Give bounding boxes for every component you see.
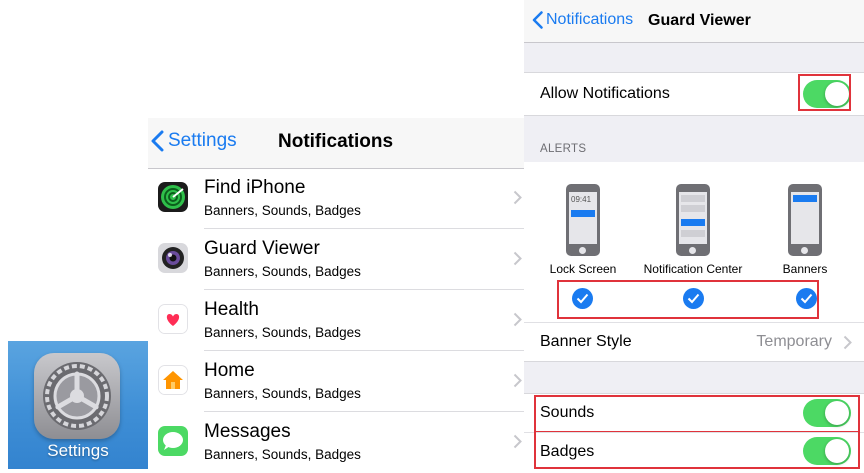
phone-screen: 09:41 <box>569 192 597 244</box>
find-iphone-icon <box>158 182 188 212</box>
home-icon <box>158 365 188 395</box>
guard-viewer-icon <box>158 243 188 273</box>
notifications-list-screen: Settings Notifications Find iPhone Banne… <box>148 118 524 469</box>
home-button <box>579 247 586 254</box>
home-button <box>801 247 808 254</box>
banner-style-label: Banner Style <box>540 333 632 350</box>
back-button[interactable]: Notifications <box>532 11 633 29</box>
banners-preview[interactable] <box>788 184 822 256</box>
page-title: Guard Viewer <box>648 12 751 29</box>
banner-style-value: Temporary <box>756 333 832 350</box>
chevron-left-icon <box>532 11 543 29</box>
chevron-left-icon <box>151 130 164 152</box>
phone-screen <box>679 192 707 244</box>
back-label: Settings <box>168 130 237 151</box>
chevron-right-icon <box>513 373 522 388</box>
list-item-messages[interactable]: Messages Banners, Sounds, Badges <box>148 412 524 473</box>
preview-row <box>681 195 705 202</box>
gear-icon <box>34 353 120 439</box>
chevron-right-icon <box>843 335 852 350</box>
app-name: Home <box>204 360 255 381</box>
settings-app-label: Settings <box>47 441 109 460</box>
preview-row <box>681 205 705 212</box>
app-name: Find iPhone <box>204 177 306 198</box>
lock-screen-label: Lock Screen <box>549 262 617 276</box>
preview-banner <box>793 195 817 202</box>
preview-row <box>681 230 705 237</box>
health-icon <box>158 304 188 334</box>
chevron-right-icon <box>513 434 522 449</box>
lock-screen-preview[interactable]: 09:41 <box>566 184 600 256</box>
list-item-health[interactable]: Health Banners, Sounds, Badges <box>148 290 524 351</box>
app-name: Messages <box>204 421 291 442</box>
notification-center-preview[interactable] <box>676 184 710 256</box>
back-label: Notifications <box>546 11 634 28</box>
app-name: Health <box>204 299 259 320</box>
list-item-home[interactable]: Home Banners, Sounds, Badges <box>148 351 524 412</box>
chevron-right-icon <box>513 251 522 266</box>
highlight-box <box>557 280 819 319</box>
chevron-right-icon <box>513 190 522 205</box>
guard-viewer-settings-screen: Notifications Guard Viewer Allow Notific… <box>524 0 864 470</box>
messages-icon <box>158 426 188 456</box>
alerts-section-header: ALERTS <box>540 143 587 155</box>
back-button[interactable]: Settings <box>150 130 237 152</box>
notification-center-label: Notification Center <box>643 262 743 276</box>
list-item-find-iphone[interactable]: Find iPhone Banners, Sounds, Badges <box>148 168 524 229</box>
app-subtitle: Banners, Sounds, Badges <box>204 264 361 279</box>
banners-label: Banners <box>782 262 828 276</box>
preview-time: 09:41 <box>571 195 592 204</box>
highlight-box <box>798 74 851 111</box>
chevron-right-icon <box>513 312 522 327</box>
app-subtitle: Banners, Sounds, Badges <box>204 386 361 401</box>
page-title: Notifications <box>278 131 394 152</box>
preview-banner <box>571 210 595 217</box>
highlight-box <box>534 395 860 469</box>
banner-style-row[interactable]: Banner Style Temporary <box>524 322 864 362</box>
app-name: Guard Viewer <box>204 238 320 259</box>
settings-app-icon[interactable]: Settings <box>8 341 148 469</box>
app-subtitle: Banners, Sounds, Badges <box>204 325 361 340</box>
phone-screen <box>791 192 819 244</box>
app-subtitle: Banners, Sounds, Badges <box>204 203 361 218</box>
home-button <box>689 247 696 254</box>
highlight-divider <box>536 431 858 432</box>
nav-bar: Notifications Guard Viewer <box>524 0 864 43</box>
list-item-guard-viewer[interactable]: Guard Viewer Banners, Sounds, Badges <box>148 229 524 290</box>
preview-banner <box>681 219 705 226</box>
app-subtitle: Banners, Sounds, Badges <box>204 447 361 462</box>
nav-bar: Settings Notifications <box>148 118 524 169</box>
allow-notifications-label: Allow Notifications <box>540 85 670 102</box>
